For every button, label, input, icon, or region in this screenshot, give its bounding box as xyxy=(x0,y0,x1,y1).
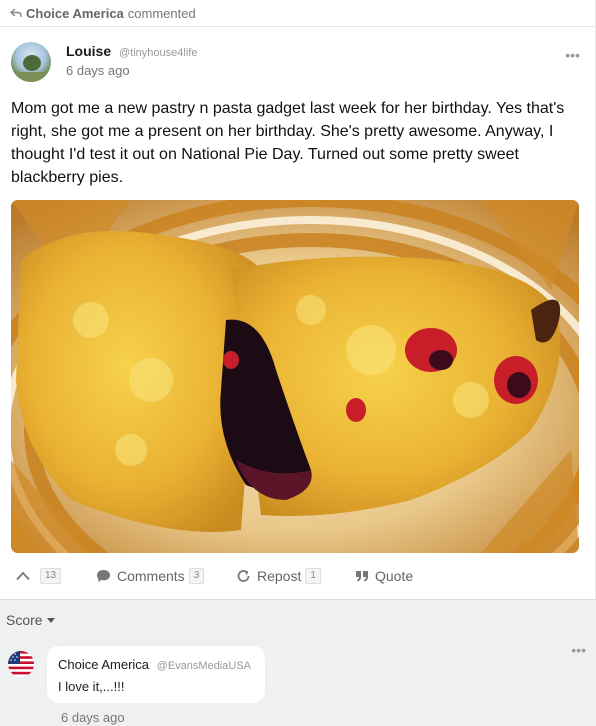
author-line: Louise @tinyhouse4life xyxy=(66,43,197,59)
us-flag-icon[interactable] xyxy=(8,651,34,677)
activity-bar: Choice America commented xyxy=(0,0,596,27)
activity-actor[interactable]: Choice America xyxy=(26,6,124,21)
repost-label: Repost xyxy=(257,568,302,584)
comments-count: 3 xyxy=(188,568,205,584)
caret-down-icon xyxy=(46,617,55,623)
repost-button[interactable]: Repost 1 xyxy=(236,568,321,584)
comment-author-name[interactable]: Choice America xyxy=(58,657,149,672)
post-actions: 13 Comments 3 Repost 1 Quote xyxy=(0,560,596,598)
sort-dropdown[interactable]: Score xyxy=(6,612,55,628)
author-handle[interactable]: @tinyhouse4life xyxy=(119,47,197,59)
quote-button[interactable]: Quote xyxy=(355,568,413,584)
avatar[interactable] xyxy=(11,42,51,82)
comment-time[interactable]: 6 days ago xyxy=(61,710,125,725)
post-header: Louise @tinyhouse4life 6 days ago ••• xyxy=(11,40,586,84)
pie-photo xyxy=(11,200,579,553)
post-more-icon[interactable]: ••• xyxy=(565,48,580,62)
post-time[interactable]: 6 days ago xyxy=(66,63,130,78)
repost-icon xyxy=(237,570,250,582)
comments-button[interactable]: Comments 3 xyxy=(96,568,205,584)
chevron-up-icon xyxy=(16,571,30,581)
avatar-ground xyxy=(11,72,51,82)
comment-bubble: Choice America @EvansMediaUSA I love it,… xyxy=(47,646,265,703)
post-image[interactable] xyxy=(11,200,579,553)
comment-text: I love it,...!!! xyxy=(58,679,125,694)
comments-label: Comments xyxy=(117,568,185,584)
quote-icon xyxy=(356,571,368,582)
upvote-count: 13 xyxy=(40,568,62,584)
comment-more-icon[interactable]: ••• xyxy=(571,643,586,657)
upvote-button[interactable]: 13 xyxy=(16,568,62,584)
activity-verb: commented xyxy=(127,5,196,21)
avatar-tree xyxy=(23,55,41,71)
us-flag-avatar xyxy=(8,651,34,677)
comment-author-handle[interactable]: @EvansMediaUSA xyxy=(157,660,251,672)
author-name[interactable]: Louise xyxy=(66,43,111,59)
post-text: Mom got me a new pastry n pasta gadget l… xyxy=(11,100,565,186)
sort-label: Score xyxy=(6,612,43,628)
repost-icon xyxy=(10,8,22,17)
comment-bubble-icon xyxy=(97,570,110,582)
comments-panel: Score Choice America @EvansMediaUSA I lo… xyxy=(0,599,596,726)
quote-label: Quote xyxy=(375,568,414,584)
repost-count: 1 xyxy=(305,568,321,584)
comment-author-line: Choice America @EvansMediaUSA xyxy=(58,657,251,672)
